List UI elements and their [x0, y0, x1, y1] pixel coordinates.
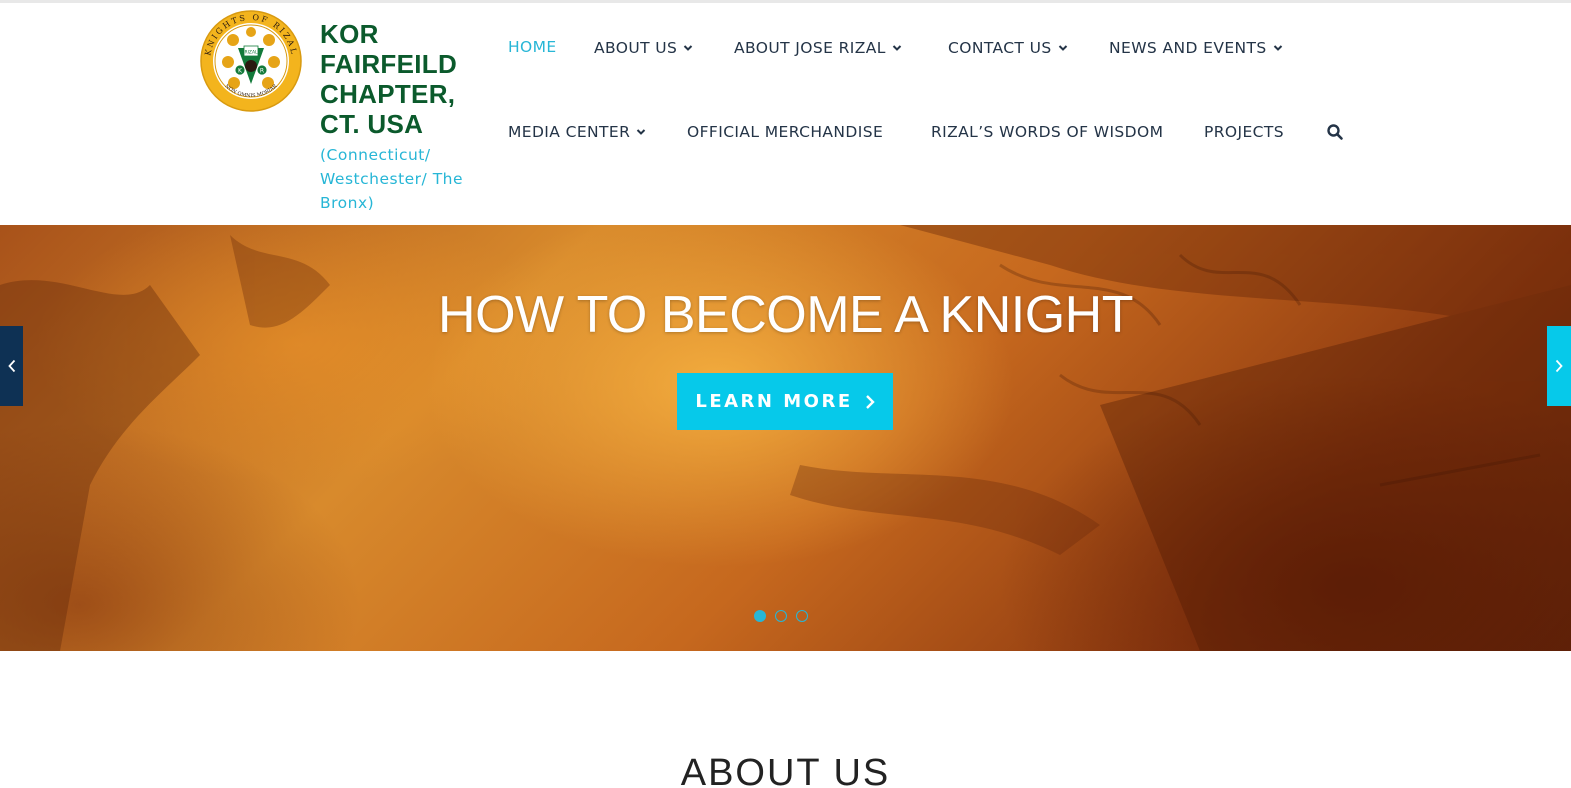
nav-official-merchandise-label: OFFICIAL MERCHANDISE	[687, 123, 884, 141]
knights-of-rizal-logo[interactable]: K R RIZAL KNIGHTS OF RIZAL NON OMNIS MOR…	[200, 10, 302, 112]
site-title-line: CT. USA	[320, 109, 424, 139]
chevron-down-icon	[892, 45, 902, 51]
nav-media-center[interactable]: MEDIA CENTER	[508, 123, 646, 141]
nav-official-merchandise[interactable]: OFFICIAL MERCHANDISE	[687, 123, 883, 141]
site-header: K R RIZAL KNIGHTS OF RIZAL NON OMNIS MOR…	[0, 0, 1571, 225]
search-icon[interactable]	[1326, 123, 1344, 141]
hero-slider: HOW TO BECOME A KNIGHT LEARN MORE	[0, 225, 1571, 651]
about-us-heading: ABOUT US	[680, 752, 891, 788]
nav-rizals-words-of-wisdom[interactable]: RIZAL’S WORDS OF WISDOM	[931, 123, 1163, 141]
nav-projects-label: PROJECTS	[1204, 123, 1285, 141]
nav-about-us[interactable]: ABOUT US	[594, 39, 693, 57]
nav-about-us-label: ABOUT US	[594, 39, 678, 57]
slider-dot-2[interactable]	[775, 610, 787, 622]
nav-projects[interactable]: PROJECTS	[1204, 123, 1284, 141]
chevron-down-icon	[684, 45, 693, 51]
chevron-down-icon	[1058, 45, 1067, 51]
site-title[interactable]: KOR FAIRFEILD CHAPTER, CT. USA	[320, 19, 490, 139]
slider-pagination	[754, 610, 808, 622]
nav-contact-us[interactable]: CONTACT US	[948, 39, 1068, 57]
site-title-line: KOR	[320, 19, 379, 49]
chevron-down-icon	[637, 129, 646, 135]
site-tagline-line: Westchester/ The	[320, 170, 464, 188]
site-tagline: (Connecticut/ Westchester/ The Bronx)	[320, 143, 490, 215]
nav-about-jose-rizal-label: ABOUT JOSE RIZAL	[734, 39, 886, 57]
nav-rizals-words-of-wisdom-label: RIZAL’S WORDS OF WISDOM	[931, 123, 1164, 141]
site-title-line: FAIRFEILD	[320, 49, 458, 79]
nav-about-jose-rizal[interactable]: ABOUT JOSE RIZAL	[734, 39, 902, 57]
brand-block[interactable]: KOR FAIRFEILD CHAPTER, CT. USA (Connecti…	[320, 19, 490, 215]
nav-news-and-events-label: NEWS AND EVENTS	[1109, 39, 1267, 57]
nav-media-center-label: MEDIA CENTER	[508, 123, 631, 141]
slider-dot-3[interactable]	[796, 610, 808, 622]
learn-more-label: LEARN MORE	[695, 391, 853, 412]
chevron-down-icon	[1273, 45, 1282, 51]
slider-prev-button[interactable]	[0, 326, 23, 406]
nav-contact-us-label: CONTACT US	[948, 39, 1052, 57]
site-tagline-line: (Connecticut/	[320, 146, 431, 164]
nav-home-label: HOME	[508, 38, 557, 56]
chevron-right-icon	[1555, 359, 1563, 373]
site-title-line: CHAPTER,	[320, 79, 456, 109]
hero-title: HOW TO BECOME A KNIGHT	[438, 286, 1133, 344]
learn-more-button[interactable]: LEARN MORE	[677, 373, 893, 430]
site-tagline-line: Bronx)	[320, 194, 375, 212]
logo-center-text: RIZAL	[244, 50, 258, 56]
slider-next-button[interactable]	[1547, 326, 1571, 406]
slider-dot-1[interactable]	[754, 610, 766, 622]
logo-letter-r: R	[260, 68, 264, 75]
nav-news-and-events[interactable]: NEWS AND EVENTS	[1109, 39, 1283, 57]
chevron-left-icon	[7, 359, 15, 373]
chevron-right-icon	[865, 394, 875, 409]
nav-home[interactable]: HOME	[508, 38, 557, 56]
